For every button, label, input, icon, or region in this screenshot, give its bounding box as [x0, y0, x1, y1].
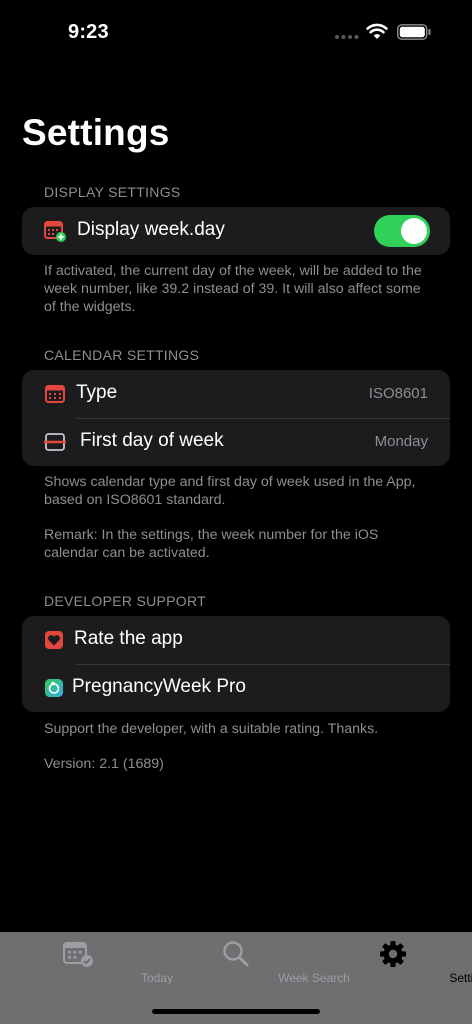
calendar-type-label: Type	[76, 382, 118, 403]
cellular-signal-icon	[335, 35, 359, 39]
pregnancyweek-pro-row[interactable]: PregnancyWeek Pro	[22, 664, 450, 712]
display-settings-header: DISPLAY SETTINGS	[44, 184, 181, 200]
developer-support-group: Rate the app PregnancyWeek Pro	[22, 616, 450, 712]
gear-icon	[380, 941, 406, 967]
calendar-week-start-icon	[44, 433, 66, 451]
display-week-day-label: Display week.day	[77, 219, 225, 240]
first-day-of-week-label: First day of week	[80, 430, 224, 451]
display-week-day-toggle[interactable]	[374, 215, 430, 247]
home-indicator	[152, 1009, 320, 1014]
status-time: 9:23	[68, 21, 109, 43]
calendar-settings-remark: Remark: In the settings, the week number…	[44, 527, 379, 561]
version-text: Version: 2.1 (1689)	[44, 756, 164, 772]
tab-settings[interactable]: Settings	[314, 932, 472, 992]
calendar-type-row[interactable]: Type ISO8601	[22, 370, 450, 418]
calendar-settings-group: Type ISO8601 First day of week Monday	[22, 370, 450, 466]
tab-today[interactable]: Today	[0, 932, 173, 992]
tab-week-search[interactable]: Week Search	[157, 932, 350, 992]
rate-app-label: Rate the app	[74, 628, 183, 649]
developer-support-header: DEVELOPER SUPPORT	[44, 593, 206, 609]
calendar-settings-footer: Shows calendar type and first day of wee…	[44, 474, 416, 508]
status-bar: 9:23	[0, 0, 472, 64]
rate-app-row[interactable]: Rate the app	[22, 616, 450, 664]
pregnancyweek-pro-label: PregnancyWeek Pro	[72, 676, 246, 697]
calendar-icon	[45, 385, 65, 403]
battery-icon	[397, 24, 431, 40]
toggle-knob	[401, 218, 427, 244]
calendar-add-icon	[44, 221, 66, 242]
wifi-icon	[366, 23, 388, 39]
heart-icon	[45, 631, 63, 649]
display-settings-footer: If activated, the current day of the wee…	[44, 263, 422, 315]
page-title: Settings	[22, 112, 170, 153]
calendar-type-value: ISO8601	[368, 385, 428, 402]
developer-support-footer: Support the developer, with a suitable r…	[44, 721, 379, 737]
calendar-check-icon	[63, 942, 93, 967]
app-icon	[45, 679, 63, 697]
tab-settings-label: Settings	[449, 971, 472, 985]
first-day-of-week-value: Monday	[374, 433, 428, 450]
first-day-of-week-row[interactable]: First day of week Monday	[22, 418, 450, 466]
magnifier-icon	[223, 941, 249, 967]
display-settings-group: Display week.day	[22, 207, 450, 255]
calendar-settings-header: CALENDAR SETTINGS	[44, 347, 200, 363]
display-week-day-row: Display week.day	[22, 207, 450, 255]
